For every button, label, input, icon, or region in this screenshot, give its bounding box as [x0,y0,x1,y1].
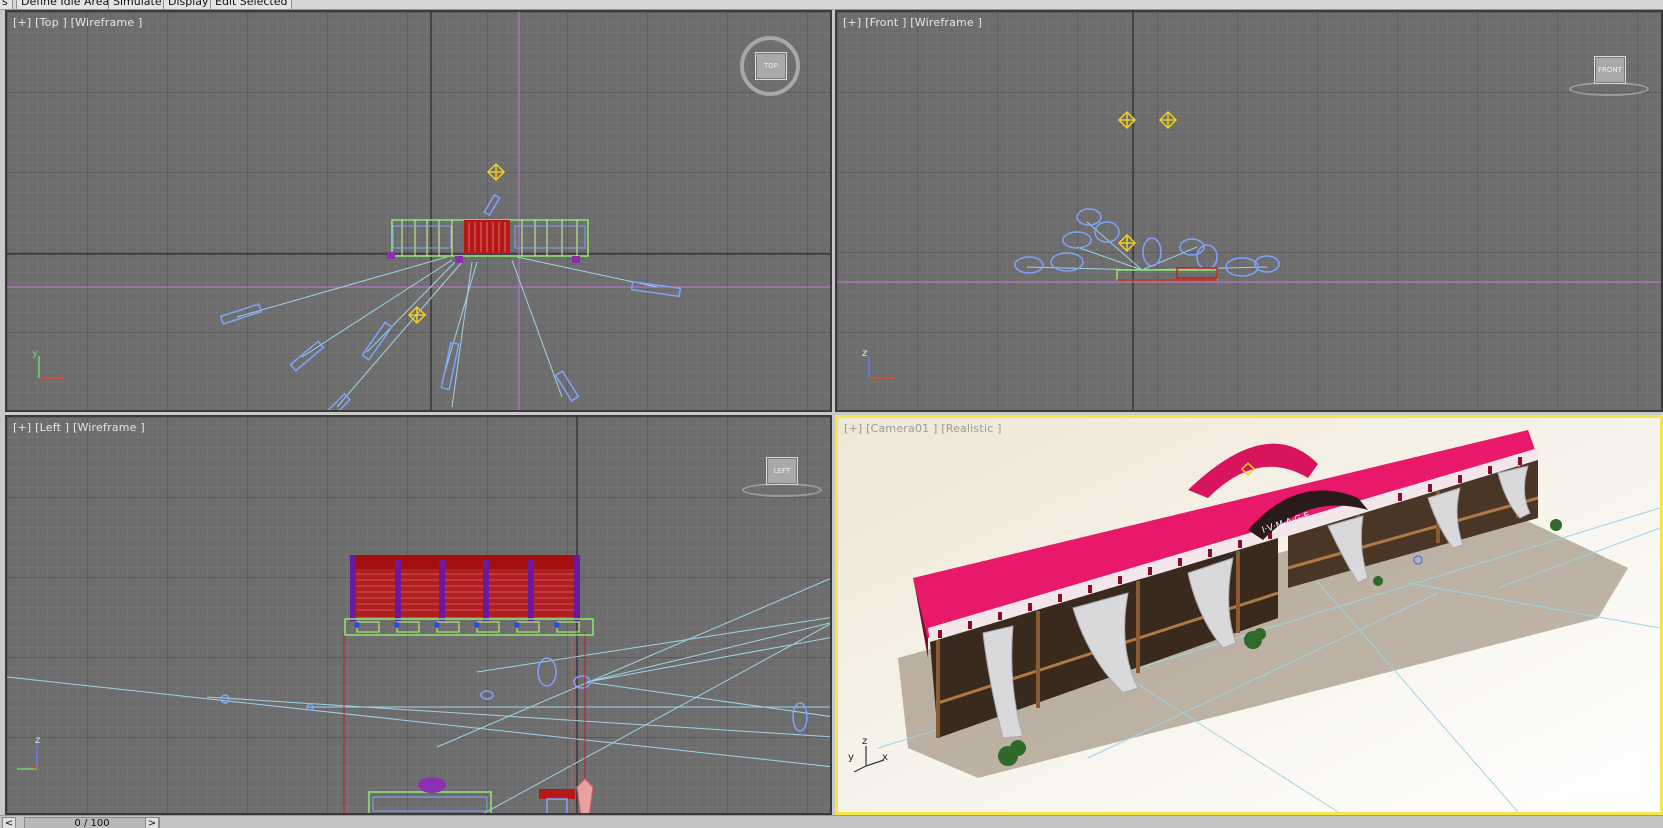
prev-frame-button[interactable]: < [2,817,16,828]
viewport-camera[interactable]: I·V·M·A·G·E [+] [Camera01 ] [Realistic ]… [835,415,1663,815]
viewport-top[interactable]: [+] [Top ] [Wireframe ] TOP y x [5,10,832,412]
tab-edit-selected[interactable]: Edit Selected [210,0,293,9]
axis-label-v: z [862,348,868,359]
axis-label-v: z [862,736,868,747]
camera-rendered-scene: I·V·M·A·G·E [838,418,1660,812]
front-wireframe-scene [837,12,1661,410]
viewcube[interactable]: TOP [755,52,787,80]
viewport-label[interactable]: [+] [Camera01 ] [Realistic ] [844,422,1002,435]
axis-tripod [17,745,38,770]
tab-display[interactable]: Display [163,0,214,9]
top-wireframe-scene [7,12,830,410]
tab-partial[interactable]: s [0,0,13,9]
command-panel-tabs: s Define Idle Areas Simulate Display Edi… [0,0,1663,10]
axis-label-h: x [882,752,888,763]
axis-label-d: y [848,752,854,763]
viewcube[interactable]: FRONT [1594,56,1626,84]
viewcube-ring[interactable] [1569,82,1649,96]
axis-label-h: x [33,762,39,773]
axis-label-v: z [35,735,41,746]
time-slider[interactable]: < 0 / 100 > [0,815,1663,828]
axis-label-h: x [59,372,65,383]
viewcube-ring[interactable] [742,483,822,497]
frame-counter[interactable]: 0 / 100 [24,817,160,828]
axis-label-h: x [889,372,895,383]
axis-label-v: y [32,348,38,359]
left-wireframe-scene [7,417,830,813]
viewport-front[interactable]: [+] [Front ] [Wireframe ] FRONT z x [835,10,1663,412]
tab-define-idle-areas[interactable]: Define Idle Areas [16,0,120,9]
tab-simulate[interactable]: Simulate [108,0,167,9]
viewport-left[interactable]: [+] [Left ] [Wireframe ] LEFT z x [5,415,832,815]
next-frame-button[interactable]: > [145,817,159,828]
viewcube[interactable]: LEFT [766,457,798,485]
